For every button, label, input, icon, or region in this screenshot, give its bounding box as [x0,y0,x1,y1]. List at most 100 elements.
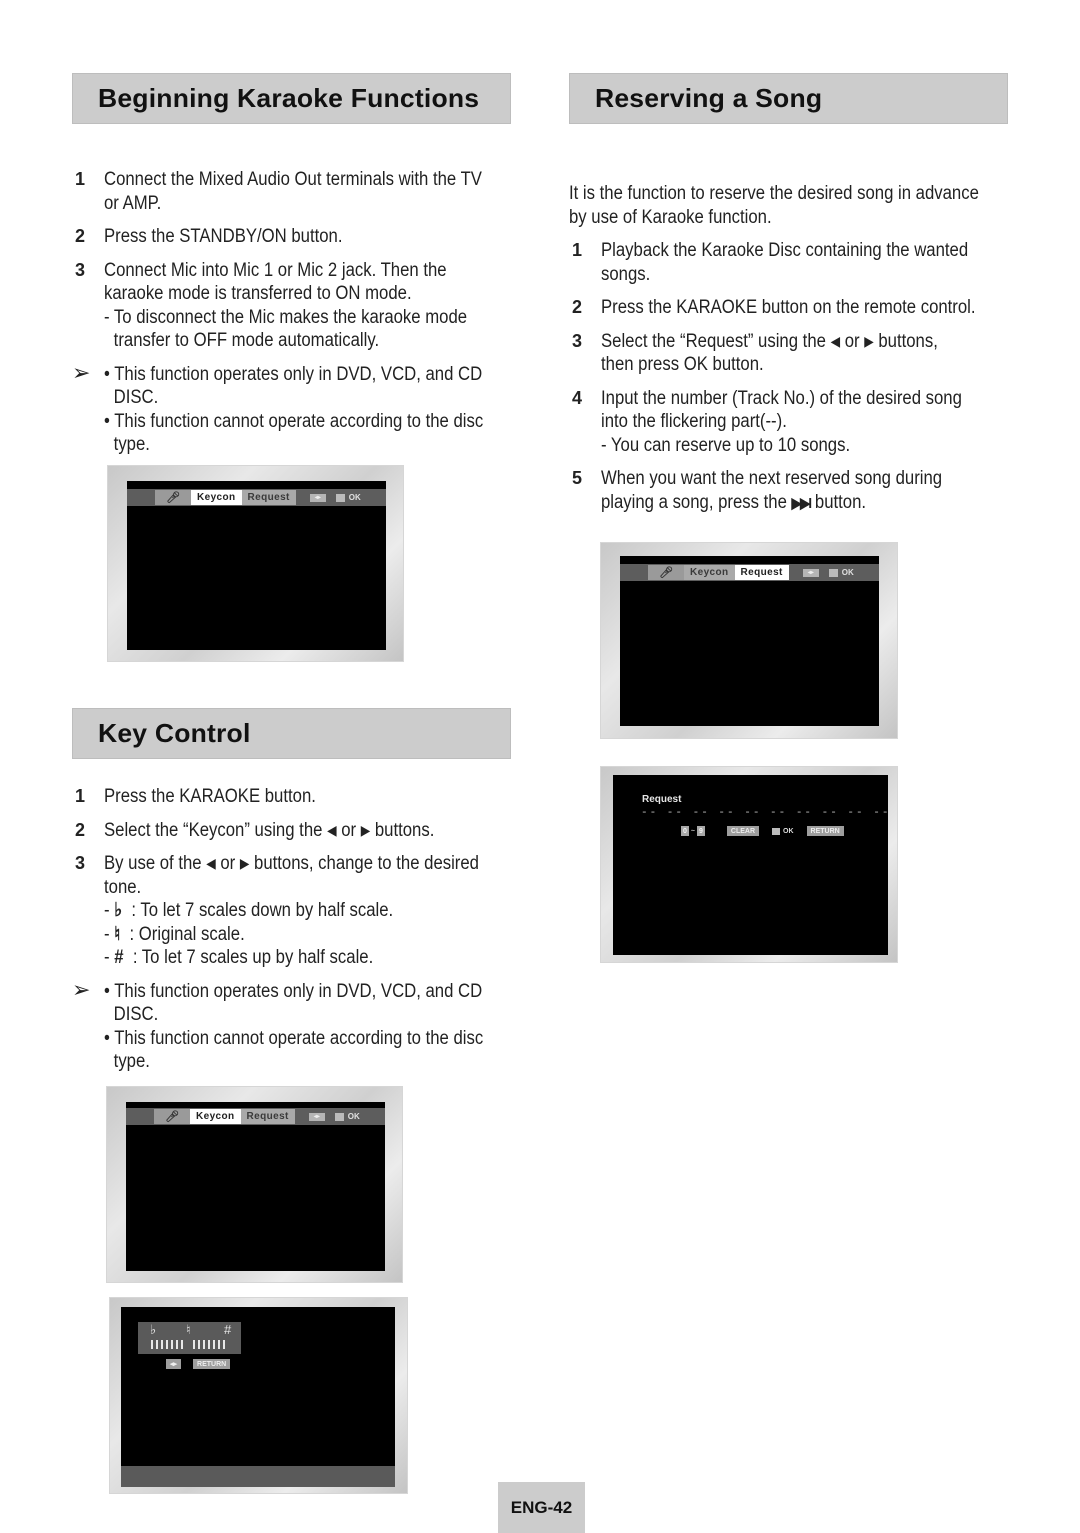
tv-screen-request-input: Request -- -- -- -- -- -- -- -- -- -- 0 … [600,766,898,963]
section-header-reserving-song: Reserving a Song [569,73,1008,124]
tab-keycon[interactable]: Keycon [190,1109,241,1124]
tab-request[interactable]: Request [241,490,296,505]
karaoke-osd-bar: 🎤︎ Keycon Request ◂▸ OK [620,564,879,581]
bottom-status-strip [121,1466,395,1487]
step-number: 1 [75,169,86,189]
step-text: Connect Mic into Mic 1 or Mic 2 jack. Th… [104,259,447,281]
reserving-content: It is the function to reserve the desire… [569,182,1019,525]
enter-icon [335,493,345,502]
step-text: Connect the Mixed Audio Out terminals wi… [104,169,482,190]
request-slots[interactable]: -- -- -- -- -- -- -- -- -- -- [641,807,890,819]
section-title: Key Control [98,718,251,748]
step-2: 2 Press the STANDBY/ON button. [72,225,522,249]
step-2: 2 Press the KARAOKE button on the remote… [569,296,1019,320]
step-1: 1 Connect the Mixed Audio Out terminals … [72,168,522,215]
keycon-controls: ◂▸ RETURN [166,1359,231,1369]
scale-level-bars [151,1340,225,1349]
note-text: • This function operates only in DVD, VC… [104,980,483,1002]
step-text: Input the number (Track No.) of the desi… [601,387,962,409]
step-number: 2 [75,226,86,246]
scale-text: : To let 7 scales up by half scale. [132,947,374,968]
intro-paragraph: It is the function to reserve the desire… [569,182,1019,229]
natural-icon: ♮ [114,923,121,945]
step-number: 1 [75,786,86,806]
screen-display: 🎤︎ Keycon Request ◂▸ OK [126,1102,385,1271]
ok-label: OK [348,493,361,502]
step-number: 5 [572,468,583,488]
key-control-steps: 1 Press the KARAOKE button. 2 Select the… [72,785,522,1074]
step-3: 3 By use of the ◀ or ▶ buttons, change t… [72,852,522,970]
section-header-beginning-karaoke: Beginning Karaoke Functions [72,73,511,124]
step-text: or AMP. [104,192,162,214]
section-title: Beginning Karaoke Functions [98,83,480,113]
step-text: Press the KARAOKE button on the remote c… [601,297,976,318]
clear-button[interactable]: CLEAR [726,826,760,836]
text-fragment: button. [810,491,867,513]
ok-label: OK [347,1112,360,1121]
step-text: karaoke mode is transferred to ON mode. [104,283,412,304]
screen-display: 🎤︎ Keycon Request ◂▸ OK [127,481,386,650]
step-text: songs. [601,263,651,285]
step-text: Press the STANDBY/ON button. [104,226,343,247]
tab-keycon[interactable]: Keycon [684,565,735,580]
step-2: 2 Select the “Keycon” using the ◀ or ▶ b… [72,819,522,843]
step-text: Select the “Keycon” using the ◀ or ▶ but… [104,819,472,843]
note-block: ➢ • This function operates only in DVD, … [72,977,522,1074]
step-5: 5 When you want the next reserved song d… [569,467,1019,515]
step-number: 2 [572,297,583,317]
return-button[interactable]: RETURN [193,1359,231,1369]
ok-label: OK [783,827,794,835]
step-text: playing a song, press the ▶▶I button. [601,491,969,516]
sharp-icon: # [224,1322,232,1337]
return-button[interactable]: RETURN [806,826,844,836]
keycon-scale-panel: ♭ ♮ # [138,1322,241,1354]
note-text: DISC. [113,1004,159,1025]
text-fragment: or [215,853,240,874]
request-title: Request [642,794,682,805]
microphone-icon: 🎤︎ [648,565,684,580]
step-subtext: - To disconnect the Mic makes the karaok… [104,306,468,328]
text-fragment: buttons. [370,819,435,841]
note-text: DISC. [113,387,159,408]
tab-request[interactable]: Request [734,565,789,580]
page-number: ENG-42 [498,1482,585,1533]
enter-icon [772,827,781,835]
tab-request[interactable]: Request [240,1109,295,1124]
scale-flat: - ♭ : To let 7 scales down by half scale… [104,900,394,921]
tv-screen-keycon-scale: ♭ ♮ # ◂▸ RETURN [109,1297,408,1494]
flat-icon: ♭ [150,1322,157,1337]
section-title: Reserving a Song [595,83,823,113]
karaoke-osd-bar: 🎤︎ Keycon Request ◂▸ OK [127,489,386,506]
step-4: 4 Input the number (Track No.) of the de… [569,387,1019,458]
note-block: ➢ • This function operates only in DVD, … [72,360,522,457]
skip-next-icon: ▶▶I [791,494,812,512]
tab-keycon[interactable]: Keycon [191,490,242,505]
right-triangle-icon: ▶ [239,855,250,871]
left-right-arrows-icon: ◂▸ [309,493,326,502]
sharp-icon: # [114,947,124,968]
scale-text: : Original scale. [129,923,245,945]
enter-icon [334,1112,344,1121]
text-fragment: or [336,819,361,841]
step-3: 3 Connect Mic into Mic 1 or Mic 2 jack. … [72,259,522,353]
scale-natural: - ♮ : Original scale. [104,923,245,945]
left-right-arrows-icon: ◂▸ [166,1359,182,1369]
step-1: 1 Press the KARAOKE button. [72,785,522,809]
beginning-steps: 1 Connect the Mixed Audio Out terminals … [72,168,522,457]
right-triangle-icon: ▶ [864,332,874,349]
text-fragment: buttons, change to the desired [249,853,479,874]
microphone-icon: 🎤︎ [154,1109,190,1124]
step-text: By use of the ◀ or ▶ buttons, change to … [104,852,479,876]
request-controls: 0 ~ 9 CLEAR OK RETURN [681,826,844,836]
digit-key-0: 0 [681,826,689,836]
step-number: 3 [572,330,583,351]
left-triangle-icon: ◀ [830,332,841,349]
tv-screen-keycon-menu: 🎤︎ Keycon Request ◂▸ OK [106,1086,403,1283]
note-text: • This function cannot operate according… [104,410,484,432]
step-subtext: - You can reserve up to 10 songs. [601,434,851,456]
natural-icon: ♮ [186,1322,191,1337]
tv-screen-karaoke-menu: 🎤︎ Keycon Request ◂▸ OK [107,465,404,662]
intro-text: by use of Karaoke function. [569,206,772,228]
tv-screen-request-menu: 🎤︎ Keycon Request ◂▸ OK [600,542,898,739]
step-text: When you want the next reserved song dur… [601,468,943,489]
